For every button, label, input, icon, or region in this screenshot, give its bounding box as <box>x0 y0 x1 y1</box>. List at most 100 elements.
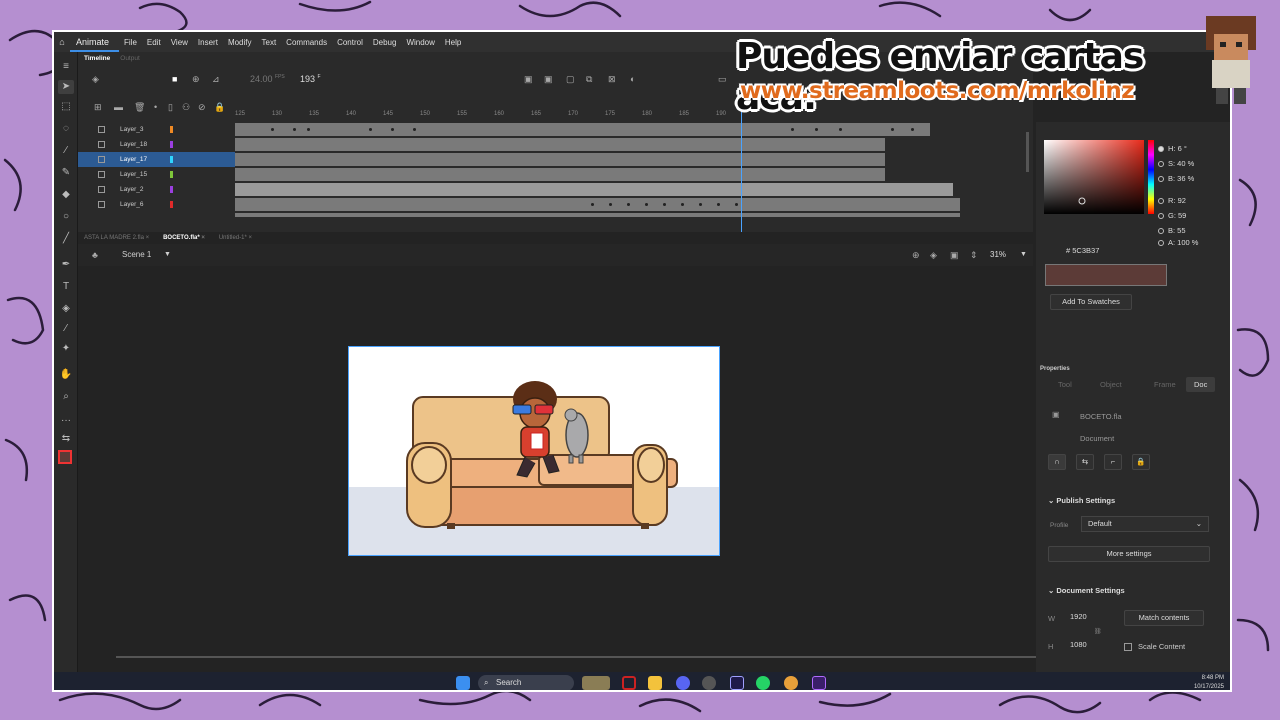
snap-icon[interactable]: ∩ <box>1048 454 1066 470</box>
hue-field[interactable]: H: 6 ° <box>1158 144 1187 153</box>
track[interactable] <box>235 153 885 166</box>
layer-color-chip[interactable] <box>170 201 173 208</box>
taskbar-search[interactable]: ⌕ Search <box>478 675 574 690</box>
color-picker-field[interactable] <box>1044 140 1144 214</box>
home-icon[interactable]: ⌂ <box>54 37 70 47</box>
insert-blank-keyframe-icon[interactable]: ▢ <box>566 74 575 85</box>
saturation-field[interactable]: S: 40 % <box>1158 159 1194 168</box>
red-field[interactable]: R: 92 <box>1158 196 1186 205</box>
keyframe[interactable] <box>645 203 648 206</box>
keyframe[interactable] <box>911 128 914 131</box>
doc-tab[interactable]: ASTA LA MADRE 2.fla × <box>84 232 149 244</box>
media-encoder-icon[interactable] <box>812 676 826 690</box>
file-explorer-icon[interactable] <box>648 676 662 690</box>
paint-bucket-icon[interactable]: ◈ <box>58 302 74 316</box>
taskbar-clock[interactable]: 8:48 PM 10/17/2025 <box>1174 674 1224 690</box>
alpha-radio[interactable] <box>1158 240 1164 247</box>
playhead[interactable] <box>741 108 742 232</box>
layer-row-selected[interactable]: Layer_17 <box>78 152 235 167</box>
scale-content-checkbox[interactable]: Scale Content <box>1124 642 1185 652</box>
keyframe[interactable] <box>839 128 842 131</box>
tab-object[interactable]: Object <box>1100 380 1122 389</box>
hand-tool-icon[interactable]: ✋ <box>58 368 74 382</box>
layer-depth-icon[interactable]: ⊕ <box>192 74 200 85</box>
red-radio[interactable] <box>1158 198 1164 205</box>
publish-settings-header[interactable]: ⌄ Publish Settings <box>1048 496 1115 505</box>
height-input[interactable]: 1080 <box>1070 640 1087 649</box>
layer-color-chip[interactable] <box>170 156 173 163</box>
menu-view[interactable]: View <box>166 38 193 47</box>
document-settings-header[interactable]: ⌄ Document Settings <box>1048 586 1125 595</box>
keyframe[interactable] <box>891 128 894 131</box>
menu-insert[interactable]: Insert <box>193 38 223 47</box>
insert-keyframe-icon[interactable]: ▣ <box>544 74 553 85</box>
widget-icon[interactable] <box>582 676 610 690</box>
keyframe[interactable] <box>307 128 310 131</box>
menu-modify[interactable]: Modify <box>223 38 257 47</box>
width-input[interactable]: 1920 <box>1070 612 1087 621</box>
blue-radio[interactable] <box>1158 228 1164 235</box>
onion-skin-icon[interactable]: ▣ <box>524 74 533 85</box>
highlight-icon[interactable]: • <box>154 102 157 112</box>
discord-icon[interactable] <box>676 676 690 690</box>
lock-icon[interactable]: 🔒 <box>1132 454 1150 470</box>
layer-row[interactable]: Layer_3 <box>78 122 235 137</box>
new-folder-icon[interactable]: ▬ <box>114 102 123 112</box>
brightness-radio[interactable] <box>1158 176 1164 183</box>
eyedropper-icon[interactable]: ⁄ <box>58 322 74 336</box>
brush-tool-icon[interactable]: ∕ <box>58 144 74 158</box>
fps-readout[interactable]: 24.00 FPS <box>250 74 285 84</box>
layer-color-chip[interactable] <box>170 186 173 193</box>
layer-color-chip[interactable] <box>170 141 173 148</box>
corner-icon[interactable]: ⌐ <box>1104 454 1122 470</box>
layer-row[interactable]: Layer_18 <box>78 137 235 152</box>
doc-tab[interactable]: Untitled-1* × <box>219 232 252 244</box>
line-tool-icon[interactable]: ╱ <box>58 232 74 246</box>
whatsapp-icon[interactable] <box>756 676 770 690</box>
show-parenting-icon[interactable]: ⚇ <box>182 102 190 113</box>
frame-tracks[interactable] <box>235 122 1025 232</box>
eraser-tool-icon[interactable]: ◆ <box>58 188 74 202</box>
keyframe[interactable] <box>627 203 630 206</box>
animate-app-icon[interactable] <box>730 676 744 690</box>
outline-icon[interactable]: ▯ <box>168 102 173 113</box>
add-tween-icon[interactable]: ⧉ <box>586 74 592 85</box>
layer-row[interactable]: Layer_2 <box>78 182 235 197</box>
keyframe[interactable] <box>413 128 416 131</box>
keyframe[interactable] <box>791 128 794 131</box>
center-stage-icon[interactable]: ⊕ <box>912 244 920 266</box>
delete-frame-icon[interactable]: ⊠ <box>608 74 616 85</box>
camera-icon[interactable]: ■ <box>172 74 177 84</box>
chevron-down-icon[interactable]: ▼ <box>1020 244 1027 266</box>
zoom-level[interactable]: 31% <box>990 244 1006 266</box>
stage-canvas[interactable] <box>348 346 720 556</box>
hex-field[interactable]: # 5C3B37 <box>1066 246 1099 255</box>
graph-icon[interactable]: ⊿ <box>212 74 220 85</box>
tab-frame[interactable]: Frame <box>1154 380 1176 389</box>
keyframe[interactable] <box>369 128 372 131</box>
hue-radio[interactable] <box>1158 146 1164 153</box>
layers-icon[interactable]: ◈ <box>92 74 99 85</box>
keyframe[interactable] <box>681 203 684 206</box>
keyframe[interactable] <box>663 203 666 206</box>
menu-window[interactable]: Window <box>401 38 439 47</box>
menu-debug[interactable]: Debug <box>368 38 402 47</box>
track[interactable] <box>235 213 960 217</box>
keyframe[interactable] <box>609 203 612 206</box>
chevron-down-icon[interactable]: ▼ <box>164 244 171 266</box>
obs-icon[interactable] <box>702 676 716 690</box>
hue-slider[interactable] <box>1148 140 1154 214</box>
add-to-swatches-button[interactable]: Add To Swatches <box>1050 294 1132 310</box>
clip-stage-icon[interactable]: ▣ <box>950 244 959 266</box>
pin-tool-icon[interactable]: ✦ <box>58 342 74 356</box>
menu-help[interactable]: Help <box>440 38 466 47</box>
subselection-tool-icon[interactable]: ⬚ <box>58 100 74 114</box>
track[interactable] <box>235 168 885 181</box>
opera-icon[interactable] <box>622 676 636 690</box>
keyframe[interactable] <box>271 128 274 131</box>
windows-start-icon[interactable] <box>456 676 470 690</box>
text-tool-icon[interactable]: T <box>58 280 74 294</box>
lock-icon[interactable]: 🔒 <box>214 102 225 113</box>
profile-select[interactable]: Default ⌄ <box>1081 516 1209 532</box>
link-icon[interactable]: ⛓ <box>1094 628 1102 635</box>
